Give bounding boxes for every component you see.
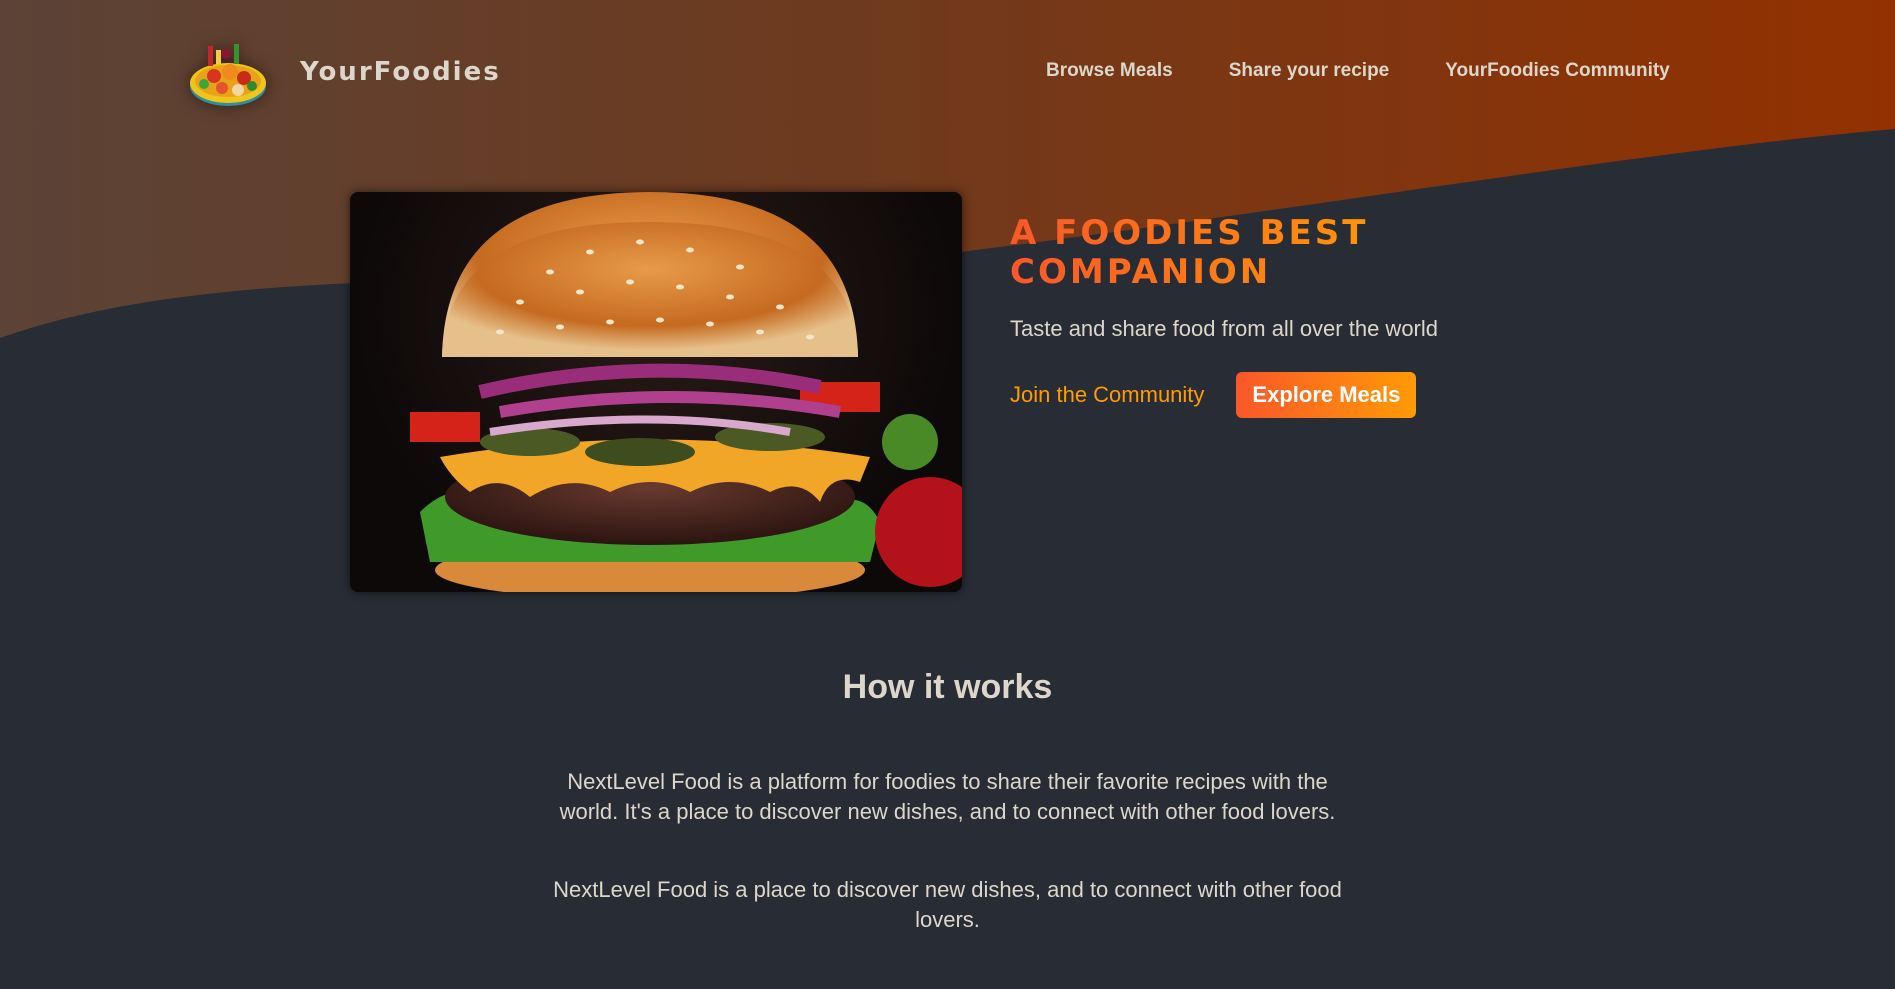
- hero-cta: Join the Community Explore Meals: [1010, 372, 1570, 418]
- explore-meals-button[interactable]: Explore Meals: [1236, 372, 1417, 418]
- hero-subtitle: Taste and share food from all over the w…: [1010, 316, 1439, 341]
- how-it-works-heading: How it works: [842, 668, 1053, 706]
- brand-name: YourFoodies: [300, 57, 501, 87]
- nav-share-recipe[interactable]: Share your recipe: [1229, 60, 1390, 82]
- how-it-works-section: How it works NextLevel Food is a platfor…: [0, 668, 1895, 935]
- logo-link[interactable]: YourFoodies: [186, 32, 501, 112]
- join-community-link[interactable]: Join the Community: [1010, 382, 1204, 408]
- hero-title: A Foodies Best Companion: [1010, 214, 1410, 292]
- main-nav: Browse Meals Share your recipe YourFoodi…: [1046, 60, 1670, 82]
- nav-community[interactable]: YourFoodies Community: [1445, 60, 1669, 82]
- hero-burger-image: [350, 192, 962, 592]
- hero-text: A Foodies Best Companion Taste and share…: [1010, 214, 1570, 418]
- site-header: YourFoodies Browse Meals Share your reci…: [0, 0, 1895, 150]
- how-it-works-paragraph: NextLevel Food is a platform for foodies…: [559, 769, 1336, 824]
- how-it-works-paragraph: NextLevel Food is a place to discover ne…: [553, 877, 1342, 932]
- nav-browse-meals[interactable]: Browse Meals: [1046, 60, 1173, 82]
- logo-image: [186, 32, 270, 112]
